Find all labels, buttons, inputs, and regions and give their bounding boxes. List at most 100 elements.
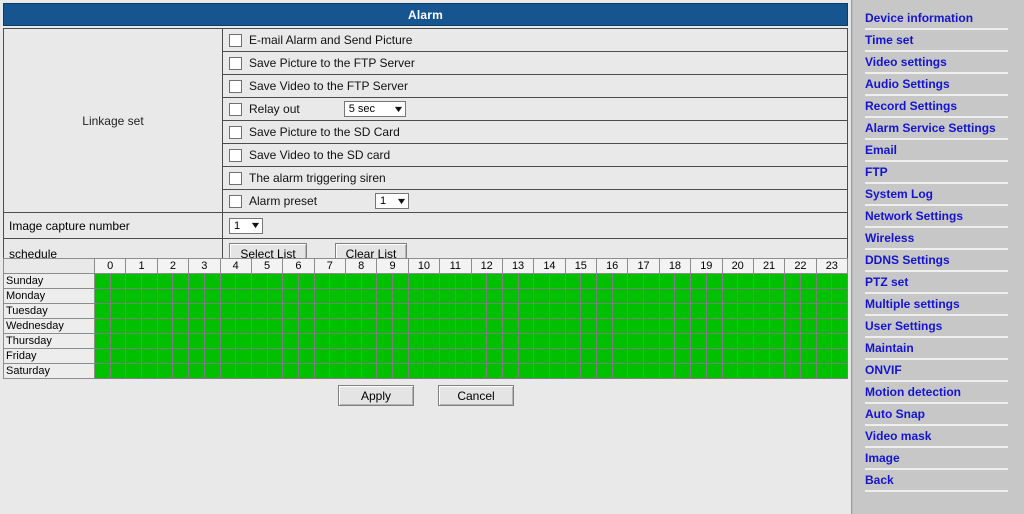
schedule-cell[interactable] <box>125 363 143 379</box>
schedule-cell[interactable] <box>501 333 519 349</box>
sidebar-item-ptz-set[interactable]: PTZ set <box>853 272 1024 292</box>
schedule-cell[interactable] <box>643 348 660 364</box>
sidebar-item-video-mask[interactable]: Video mask <box>853 426 1024 446</box>
schedule-cell[interactable] <box>705 288 723 304</box>
schedule-cell[interactable] <box>721 348 739 364</box>
schedule-cell[interactable] <box>94 363 111 379</box>
schedule-cell[interactable] <box>235 273 252 289</box>
schedule-cell[interactable] <box>250 363 268 379</box>
schedule-cell[interactable] <box>360 273 378 289</box>
schedule-cell[interactable] <box>501 363 519 379</box>
schedule-cell[interactable] <box>203 333 221 349</box>
schedule-cell[interactable] <box>533 348 550 364</box>
schedule-cell[interactable] <box>203 363 221 379</box>
schedule-cell[interactable] <box>721 318 739 334</box>
schedule-cell[interactable] <box>313 303 331 319</box>
relay-out-duration-select[interactable]: 5 sec ▼ <box>343 101 406 117</box>
schedule-cell[interactable] <box>611 333 629 349</box>
schedule-cell[interactable] <box>815 363 833 379</box>
schedule-cell[interactable] <box>454 288 472 304</box>
schedule-cell[interactable] <box>94 333 111 349</box>
schedule-cell[interactable] <box>815 273 833 289</box>
schedule-cell[interactable] <box>470 288 488 304</box>
schedule-cell[interactable] <box>533 288 550 304</box>
schedule-cell[interactable] <box>454 303 472 319</box>
schedule-cell[interactable] <box>439 333 456 349</box>
schedule-cell[interactable] <box>486 333 503 349</box>
schedule-cell[interactable] <box>548 318 566 334</box>
schedule-cell[interactable] <box>282 333 299 349</box>
sidebar-item-audio-settings[interactable]: Audio Settings <box>853 74 1024 94</box>
schedule-cell[interactable] <box>752 288 770 304</box>
schedule-cell[interactable] <box>517 333 535 349</box>
schedule-cell[interactable] <box>643 363 660 379</box>
schedule-cell[interactable] <box>203 273 221 289</box>
schedule-cell[interactable] <box>831 318 848 334</box>
schedule-cell[interactable] <box>282 348 299 364</box>
schedule-cell[interactable] <box>690 273 707 289</box>
schedule-cell[interactable] <box>219 303 237 319</box>
schedule-cell[interactable] <box>203 318 221 334</box>
schedule-cell[interactable] <box>392 333 409 349</box>
schedule-cell[interactable] <box>580 273 597 289</box>
schedule-cell[interactable] <box>172 348 190 364</box>
checkbox-6[interactable] <box>229 148 242 162</box>
schedule-cell[interactable] <box>141 363 158 379</box>
schedule-cell[interactable] <box>376 333 394 349</box>
schedule-cell[interactable] <box>454 318 472 334</box>
schedule-cell[interactable] <box>188 318 205 334</box>
schedule-cell[interactable] <box>454 363 472 379</box>
sidebar-item-network-settings[interactable]: Network Settings <box>853 206 1024 226</box>
schedule-cell[interactable] <box>611 363 629 379</box>
schedule-cell[interactable] <box>266 318 284 334</box>
schedule-cell[interactable] <box>439 303 456 319</box>
schedule-cell[interactable] <box>470 303 488 319</box>
checkbox-5[interactable] <box>229 125 242 139</box>
schedule-cell[interactable] <box>564 363 582 379</box>
schedule-cell[interactable] <box>815 348 833 364</box>
schedule-cell[interactable] <box>125 303 143 319</box>
schedule-cell[interactable] <box>125 318 143 334</box>
schedule-cell[interactable] <box>596 273 613 289</box>
schedule-cell[interactable] <box>345 363 362 379</box>
schedule-cell[interactable] <box>392 318 409 334</box>
schedule-cell[interactable] <box>768 348 786 364</box>
sidebar-item-system-log[interactable]: System Log <box>853 184 1024 204</box>
schedule-cell[interactable] <box>329 318 346 334</box>
schedule-cell[interactable] <box>345 303 362 319</box>
schedule-cell[interactable] <box>690 303 707 319</box>
schedule-cell[interactable] <box>580 348 597 364</box>
schedule-cell[interactable] <box>235 318 252 334</box>
schedule-cell[interactable] <box>454 348 472 364</box>
schedule-cell[interactable] <box>188 363 205 379</box>
schedule-cell[interactable] <box>690 288 707 304</box>
schedule-cell[interactable] <box>345 288 362 304</box>
schedule-cell[interactable] <box>799 363 817 379</box>
schedule-cell[interactable] <box>407 318 425 334</box>
schedule-cell[interactable] <box>376 303 394 319</box>
schedule-cell[interactable] <box>454 333 472 349</box>
schedule-cell[interactable] <box>219 333 237 349</box>
schedule-cell[interactable] <box>470 318 488 334</box>
schedule-cell[interactable] <box>125 288 143 304</box>
schedule-cell[interactable] <box>533 333 550 349</box>
schedule-cell[interactable] <box>643 318 660 334</box>
schedule-cell[interactable] <box>580 318 597 334</box>
schedule-cell[interactable] <box>407 303 425 319</box>
schedule-cell[interactable] <box>784 363 801 379</box>
schedule-cell[interactable] <box>156 318 174 334</box>
schedule-cell[interactable] <box>141 348 158 364</box>
apply-button[interactable]: Apply <box>338 385 414 406</box>
schedule-cell[interactable] <box>172 363 190 379</box>
schedule-cell[interactable] <box>596 303 613 319</box>
schedule-cell[interactable] <box>643 273 660 289</box>
schedule-cell[interactable] <box>250 333 268 349</box>
schedule-cell[interactable] <box>564 318 582 334</box>
schedule-cell[interactable] <box>596 288 613 304</box>
sidebar-item-video-settings[interactable]: Video settings <box>853 52 1024 72</box>
schedule-cell[interactable] <box>392 348 409 364</box>
schedule-cell[interactable] <box>501 288 519 304</box>
schedule-cell[interactable] <box>752 318 770 334</box>
schedule-cell[interactable] <box>297 318 315 334</box>
schedule-cell[interactable] <box>627 333 645 349</box>
